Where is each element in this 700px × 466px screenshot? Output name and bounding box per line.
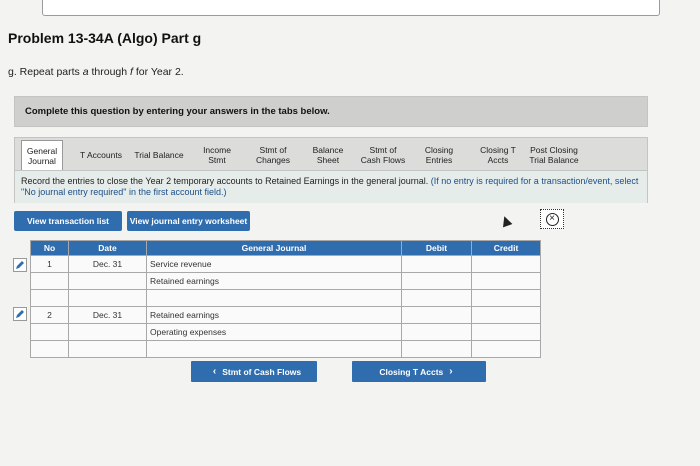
entry-date: Dec. 31 xyxy=(68,255,147,273)
chevron-left-icon: ‹ xyxy=(212,366,217,377)
tab-income-stmt[interactable]: Income Stmt xyxy=(195,140,239,170)
entry-no: 1 xyxy=(30,255,69,273)
tab-stmt-of-changes[interactable]: Stmt of Changes xyxy=(249,140,297,170)
debit-field[interactable] xyxy=(401,340,472,358)
chevron-right-icon: › xyxy=(449,366,453,377)
tab-closing-entries[interactable]: Closing Entries xyxy=(419,140,459,170)
edit-entry-1-icon[interactable] xyxy=(13,258,27,272)
table-row xyxy=(30,340,541,358)
credit-field[interactable] xyxy=(471,306,541,324)
entry-date xyxy=(68,323,147,341)
header-date: Date xyxy=(68,240,147,256)
close-circle-icon: × xyxy=(545,212,559,226)
header-no: No xyxy=(30,240,69,256)
credit-field[interactable] xyxy=(471,289,541,307)
account-field[interactable]: Retained earnings xyxy=(146,272,402,290)
edit-entry-2-icon[interactable] xyxy=(13,307,27,321)
table-row xyxy=(30,289,541,307)
entry-no xyxy=(30,289,69,307)
prev-stmt-of-cash-flows-button[interactable]: ‹ Stmt of Cash Flows xyxy=(191,361,317,382)
problem-title: Problem 13-34A (Algo) Part g xyxy=(8,30,202,46)
tab-general-journal[interactable]: General Journal xyxy=(21,140,63,170)
debit-field[interactable] xyxy=(401,289,472,307)
tab-closing-t-accts[interactable]: Closing T Accts xyxy=(473,140,523,170)
credit-field[interactable] xyxy=(471,255,541,273)
top-answer-field[interactable] xyxy=(42,0,660,16)
header-general-journal: General Journal xyxy=(146,240,402,256)
table-row: Retained earnings xyxy=(30,272,541,290)
header-debit: Debit xyxy=(401,240,472,256)
entry-date xyxy=(68,340,147,358)
debit-field[interactable] xyxy=(401,323,472,341)
account-field[interactable]: Service revenue xyxy=(146,255,402,273)
entry-no xyxy=(30,272,69,290)
table-row: Operating expenses xyxy=(30,323,541,341)
tab-trial-balance[interactable]: Trial Balance xyxy=(129,140,189,170)
table-row: 1 Dec. 31 Service revenue xyxy=(30,255,541,273)
entry-date xyxy=(68,272,147,290)
entry-no: 2 xyxy=(30,306,69,324)
account-field[interactable] xyxy=(146,289,402,307)
tab-balance-sheet[interactable]: Balance Sheet xyxy=(307,140,349,170)
tab-stmt-of-cash-flows[interactable]: Stmt of Cash Flows xyxy=(357,140,409,170)
part-instruction: g. Repeat parts a through f for Year 2. xyxy=(8,66,184,78)
general-journal-table: No Date General Journal Debit Credit 1 D… xyxy=(30,240,541,358)
record-instruction: Record the entries to close the Year 2 t… xyxy=(21,176,639,197)
mouse-cursor-icon xyxy=(499,214,513,228)
close-icon[interactable]: × xyxy=(540,209,564,229)
header-credit: Credit xyxy=(471,240,541,256)
entry-date: Dec. 31 xyxy=(68,306,147,324)
entry-no xyxy=(30,340,69,358)
credit-field[interactable] xyxy=(471,323,541,341)
tab-post-closing-trial-balance[interactable]: Post Closing Trial Balance xyxy=(525,140,583,170)
entry-date xyxy=(68,289,147,307)
account-field[interactable]: Operating expenses xyxy=(146,323,402,341)
page: Problem 13-34A (Algo) Part g g. Repeat p… xyxy=(0,0,700,466)
credit-field[interactable] xyxy=(471,272,541,290)
view-transaction-list-button[interactable]: View transaction list xyxy=(14,211,122,231)
entry-no xyxy=(30,323,69,341)
debit-field[interactable] xyxy=(401,306,472,324)
debit-field[interactable] xyxy=(401,272,472,290)
table-row: 2 Dec. 31 Retained earnings xyxy=(30,306,541,324)
account-field[interactable] xyxy=(146,340,402,358)
view-journal-entry-worksheet-button[interactable]: View journal entry worksheet xyxy=(127,211,250,231)
table-header-row: No Date General Journal Debit Credit xyxy=(30,240,541,256)
tab-t-accounts[interactable]: T Accounts xyxy=(75,140,127,170)
tab-bar: General Journal T Accounts Trial Balance … xyxy=(14,137,648,171)
next-closing-t-accts-button[interactable]: Closing T Accts › xyxy=(352,361,486,382)
account-field[interactable]: Retained earnings xyxy=(146,306,402,324)
credit-field[interactable] xyxy=(471,340,541,358)
instruction-banner: Complete this question by entering your … xyxy=(14,96,648,127)
tab-content-header: Record the entries to close the Year 2 t… xyxy=(14,171,648,203)
debit-field[interactable] xyxy=(401,255,472,273)
instruction-text: Complete this question by entering your … xyxy=(25,106,330,117)
